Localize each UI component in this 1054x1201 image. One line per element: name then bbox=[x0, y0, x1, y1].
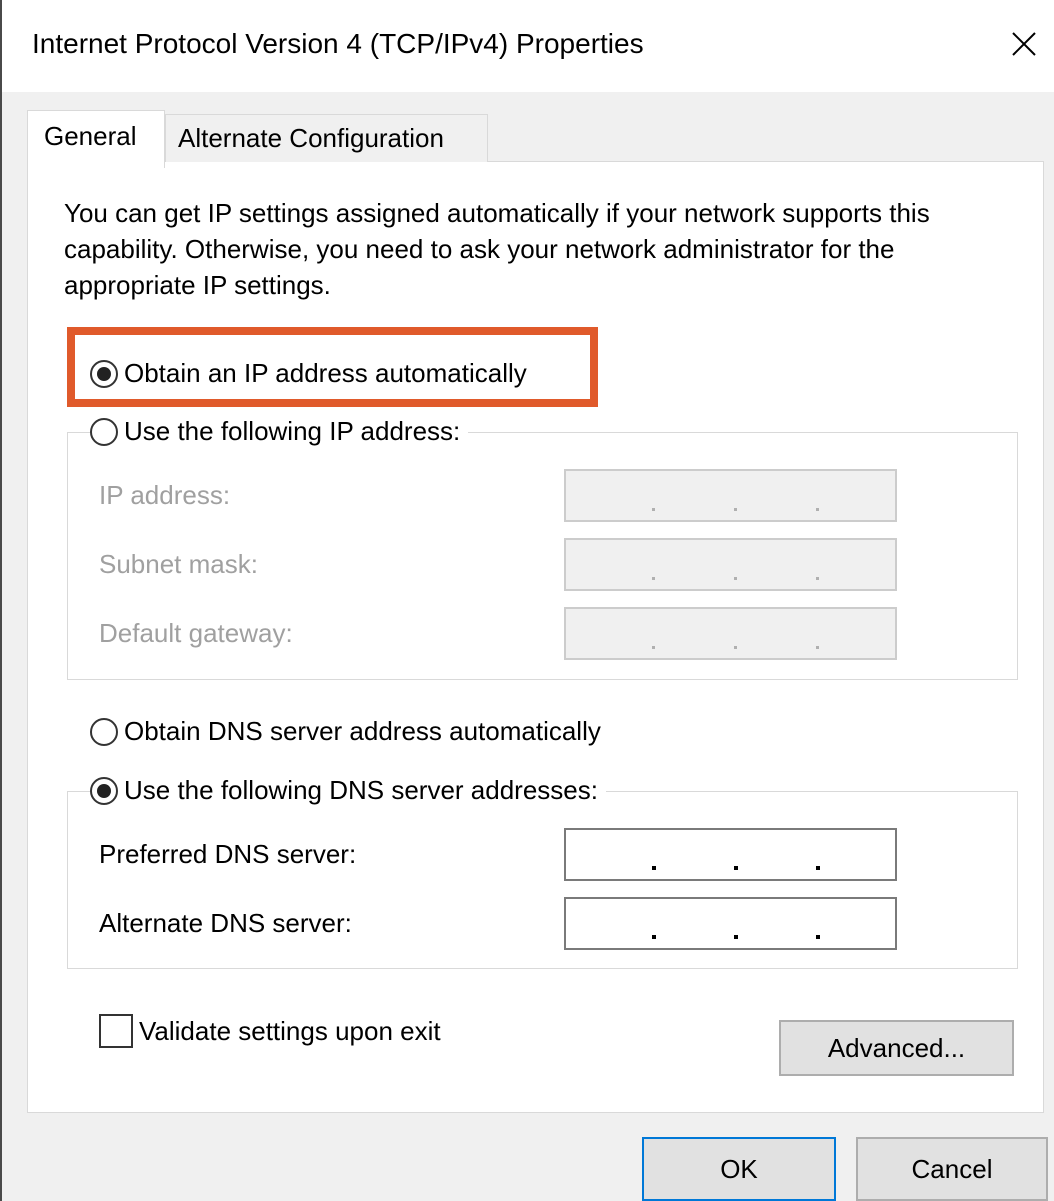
alternate-dns-label: Alternate DNS server: bbox=[99, 908, 352, 938]
use-following-ip-label: Use the following IP address: bbox=[124, 416, 461, 446]
radio-button[interactable] bbox=[90, 417, 118, 446]
title-bar: Internet Protocol Version 4 (TCP/IPv4) P… bbox=[2, 0, 1054, 92]
window-title: Internet Protocol Version 4 (TCP/IPv4) P… bbox=[32, 28, 644, 59]
cancel-button[interactable]: Cancel bbox=[856, 1137, 1048, 1201]
tab-alternate-configuration[interactable]: Alternate Configuration bbox=[165, 114, 488, 162]
ip-address-label: IP address: bbox=[99, 480, 231, 510]
obtain-ip-auto-radio[interactable]: Obtain an IP address automatically bbox=[90, 358, 527, 389]
tab-general[interactable]: General bbox=[27, 110, 165, 168]
obtain-dns-auto-radio[interactable]: Obtain DNS server address automatically bbox=[90, 716, 601, 747]
radio-button[interactable] bbox=[90, 717, 118, 746]
use-following-dns-radio[interactable]: Use the following DNS server addresses: bbox=[90, 775, 606, 806]
validate-settings-checkbox[interactable] bbox=[99, 1014, 133, 1048]
preferred-dns-label: Preferred DNS server: bbox=[99, 839, 357, 869]
advanced-button[interactable]: Advanced... bbox=[779, 1020, 1014, 1076]
obtain-dns-auto-label: Obtain DNS server address automatically bbox=[124, 716, 601, 746]
subnet-mask-label: Subnet mask: bbox=[99, 549, 258, 579]
preferred-dns-input[interactable] bbox=[564, 828, 897, 881]
alternate-dns-input[interactable] bbox=[564, 897, 897, 950]
description-text: You can get IP settings assigned automat… bbox=[64, 198, 930, 300]
ip-address-input bbox=[564, 469, 897, 522]
default-gateway-input bbox=[564, 607, 897, 660]
close-button[interactable] bbox=[994, 14, 1054, 74]
subnet-mask-input bbox=[564, 538, 897, 591]
use-following-ip-radio[interactable]: Use the following IP address: bbox=[90, 416, 469, 447]
validate-settings-checkbox-row[interactable]: Validate settings upon exit bbox=[99, 1014, 441, 1048]
radio-button-selected[interactable] bbox=[90, 359, 118, 388]
obtain-ip-auto-label: Obtain an IP address automatically bbox=[124, 358, 527, 388]
use-following-dns-label: Use the following DNS server addresses: bbox=[124, 775, 598, 805]
default-gateway-label: Default gateway: bbox=[99, 618, 293, 648]
ok-button[interactable]: OK bbox=[642, 1137, 836, 1201]
dialog-window: Internet Protocol Version 4 (TCP/IPv4) P… bbox=[0, 0, 1054, 1201]
validate-settings-label: Validate settings upon exit bbox=[139, 1015, 441, 1046]
close-icon bbox=[1012, 32, 1036, 56]
radio-button-selected[interactable] bbox=[90, 776, 118, 805]
